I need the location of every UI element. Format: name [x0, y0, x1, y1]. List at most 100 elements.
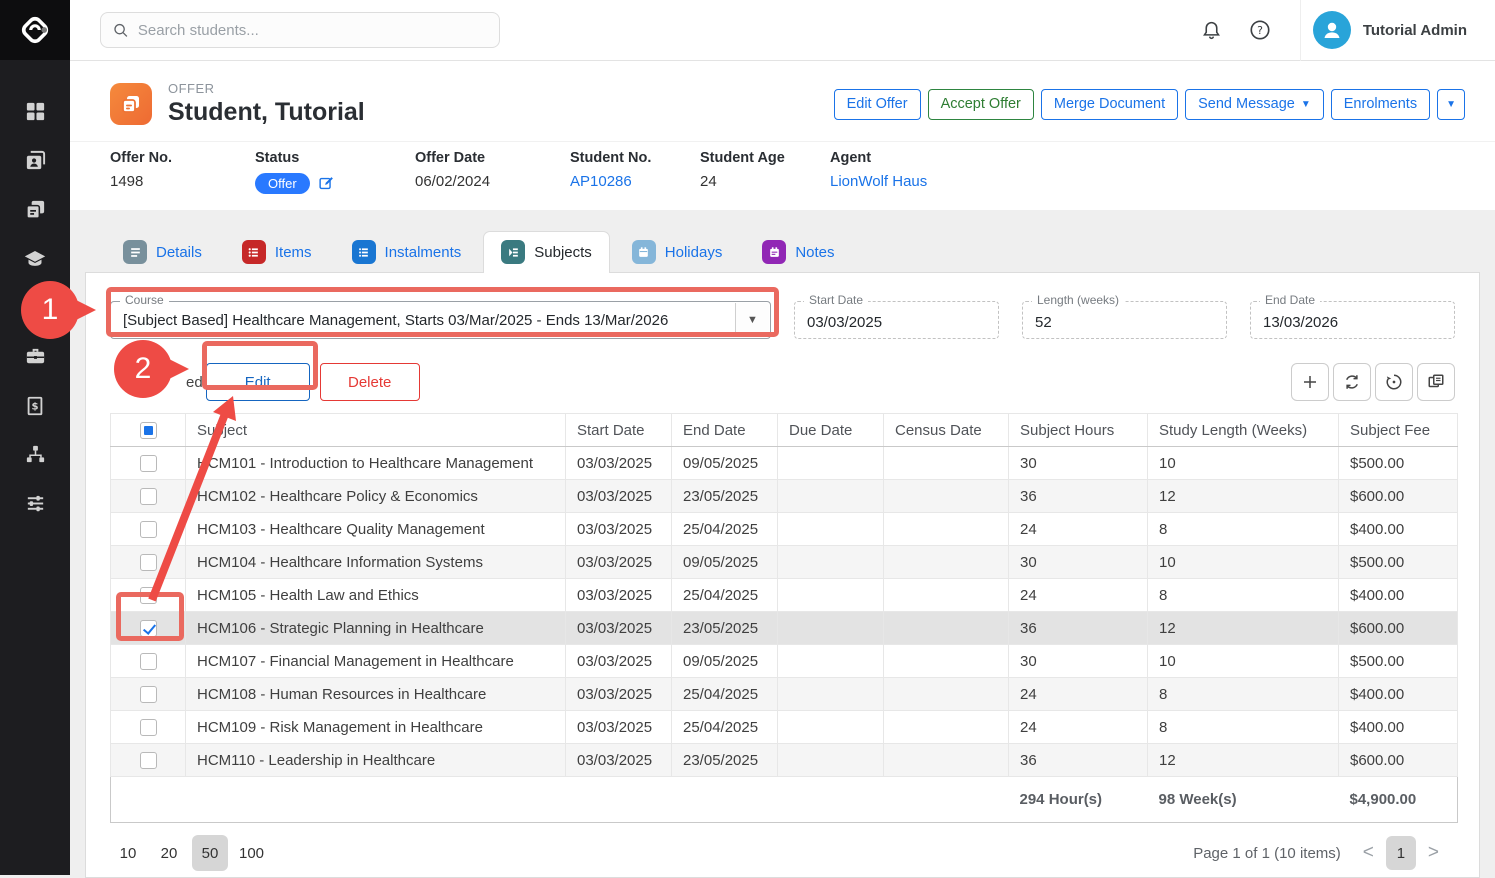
student-no-field: Student No. AP10286: [570, 150, 700, 194]
page-nav: < 1 >: [1359, 836, 1443, 870]
tab-subjects-label: Subjects: [534, 244, 592, 261]
subjects-table: Subject Start Date End Date Due Date Cen…: [110, 413, 1458, 823]
cell-start: 03/03/2025: [566, 678, 672, 711]
tab-instalments[interactable]: Instalments: [334, 231, 480, 273]
tab-notes[interactable]: Notes: [744, 231, 852, 273]
user-icon: [1320, 18, 1344, 42]
send-message-button[interactable]: Send Message▼: [1185, 89, 1324, 120]
page-size-50[interactable]: 50: [192, 835, 228, 871]
row-checkbox[interactable]: [140, 719, 157, 736]
delete-subject-button[interactable]: Delete: [320, 363, 420, 401]
nav-agents-icon[interactable]: [0, 332, 70, 381]
tab-subjects[interactable]: Subjects: [483, 231, 610, 273]
nav-network-icon[interactable]: [0, 430, 70, 479]
nav-obscured-slot: [0, 283, 70, 332]
table-row: HCM102 - Healthcare Policy & Economics03…: [111, 480, 1458, 513]
user-name[interactable]: Tutorial Admin: [1363, 22, 1467, 39]
row-checkbox[interactable]: [140, 521, 157, 538]
current-page-button[interactable]: 1: [1386, 836, 1416, 870]
tab-notes-label: Notes: [795, 244, 834, 261]
next-page-icon[interactable]: >: [1424, 842, 1443, 864]
cell-due: [778, 447, 884, 480]
refresh-icon: [1343, 373, 1361, 391]
cell-start: 03/03/2025: [566, 744, 672, 777]
page-size-100[interactable]: 100: [233, 835, 270, 871]
merge-document-button[interactable]: Merge Document: [1041, 89, 1178, 120]
tab-items[interactable]: Items: [224, 231, 330, 273]
cell-weeks: 12: [1148, 480, 1339, 513]
search-input[interactable]: [138, 22, 487, 39]
add-subject-button[interactable]: [1291, 363, 1329, 401]
row-checkbox[interactable]: [140, 488, 157, 505]
sidebar: $: [0, 0, 70, 875]
agent-field: Agent LionWolf Haus: [830, 150, 927, 194]
cell-subject: HCM103 - Healthcare Quality Management: [186, 513, 566, 546]
offer-date-field: Offer Date 06/02/2024: [415, 150, 570, 194]
cell-weeks: 10: [1148, 447, 1339, 480]
notes-tab-icon: [762, 240, 786, 264]
page-size-10[interactable]: 10: [110, 835, 146, 871]
row-checkbox[interactable]: [140, 587, 157, 604]
course-select[interactable]: Course [Subject Based] Healthcare Manage…: [110, 301, 771, 339]
nav-finance-icon[interactable]: $: [0, 381, 70, 430]
nav-courses-icon[interactable]: [0, 234, 70, 283]
page-size-20[interactable]: 20: [151, 835, 187, 871]
nav-offers-icon[interactable]: [0, 185, 70, 234]
cell-hours: 24: [1009, 678, 1148, 711]
cell-weeks: 8: [1148, 711, 1339, 744]
agent-link[interactable]: LionWolf Haus: [830, 173, 927, 190]
row-checkbox[interactable]: [140, 554, 157, 571]
cell-end: 09/05/2025: [672, 447, 778, 480]
length-weeks-value: 52: [1035, 314, 1052, 331]
row-checkbox[interactable]: [140, 620, 157, 637]
avatar[interactable]: [1313, 11, 1351, 49]
edit-status-icon[interactable]: [318, 175, 335, 192]
prev-page-icon[interactable]: <: [1359, 842, 1378, 864]
tab-holidays[interactable]: Holidays: [614, 231, 741, 273]
cell-census: [884, 744, 1009, 777]
edit-offer-button[interactable]: Edit Offer: [834, 89, 921, 120]
row-checkbox[interactable]: [140, 686, 157, 703]
tab-details[interactable]: Details: [105, 231, 220, 273]
more-actions-button[interactable]: ▼: [1437, 89, 1465, 120]
offer-no-value: 1498: [110, 173, 255, 190]
row-checkbox[interactable]: [140, 455, 157, 472]
cell-fee: $400.00: [1339, 513, 1458, 546]
nav-students-icon[interactable]: [0, 136, 70, 185]
edit-subject-button[interactable]: Edit: [206, 363, 310, 401]
help-button[interactable]: ?: [1240, 10, 1280, 50]
cell-weeks: 12: [1148, 744, 1339, 777]
cell-fee: $400.00: [1339, 579, 1458, 612]
cell-end: 23/05/2025: [672, 744, 778, 777]
cell-hours: 30: [1009, 546, 1148, 579]
offer-date-label: Offer Date: [415, 150, 570, 166]
sidebar-nav: $: [0, 60, 70, 528]
student-search[interactable]: [100, 12, 500, 48]
length-weeks-label: Length (weeks): [1032, 293, 1124, 307]
notifications-button[interactable]: [1192, 10, 1232, 50]
topbar-right: ? Tutorial Admin: [1192, 0, 1495, 60]
history-button[interactable]: [1375, 363, 1413, 401]
accept-offer-button[interactable]: Accept Offer: [928, 89, 1034, 120]
app-logo[interactable]: [0, 0, 70, 60]
enrolments-button[interactable]: Enrolments: [1331, 89, 1430, 120]
select-all-checkbox[interactable]: [140, 422, 157, 439]
svg-text:$: $: [31, 401, 38, 412]
nav-settings-icon[interactable]: [0, 479, 70, 528]
cell-due: [778, 546, 884, 579]
col-due-date: Due Date: [778, 414, 884, 447]
course-select-caret[interactable]: ▼: [735, 303, 769, 337]
cell-start: 03/03/2025: [566, 612, 672, 645]
cell-hours: 30: [1009, 447, 1148, 480]
topbar: ? Tutorial Admin: [70, 0, 1495, 61]
row-checkbox[interactable]: [140, 653, 157, 670]
table-row: HCM110 - Leadership in Healthcare03/03/2…: [111, 744, 1458, 777]
status-badge: Offer: [255, 173, 310, 194]
cell-census: [884, 480, 1009, 513]
refresh-button[interactable]: [1333, 363, 1371, 401]
student-no-link[interactable]: AP10286: [570, 173, 700, 190]
column-chooser-button[interactable]: [1417, 363, 1455, 401]
row-checkbox[interactable]: [140, 752, 157, 769]
nav-dashboard-icon[interactable]: [0, 87, 70, 136]
page-info: Page 1 of 1 (10 items): [1193, 845, 1341, 862]
